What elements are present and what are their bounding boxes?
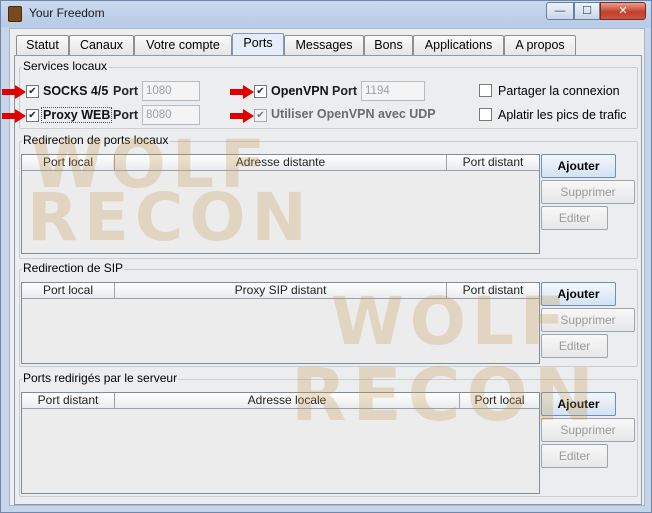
sip-redirect-table[interactable]: Port local Proxy SIP distant Port distan… — [21, 282, 540, 364]
edit-local-redirect-button[interactable]: Editer — [541, 206, 608, 230]
socks-port-input[interactable] — [142, 81, 200, 101]
minimize-button[interactable]: — — [546, 2, 574, 20]
edit-server-port-button[interactable]: Editer — [541, 444, 608, 468]
remove-server-port-button[interactable]: Supprimer — [541, 418, 635, 442]
title-bar[interactable]: Your Freedom — ☐ ✕ — [1, 1, 652, 27]
local-services-title: Services locaux — [22, 59, 109, 73]
smooth-traffic-label: Aplatir les pics de trafic — [498, 108, 627, 122]
proxy-web-label: Proxy WEB — [41, 107, 113, 123]
tab-ports[interactable]: Ports — [232, 33, 284, 57]
red-arrow-icon — [2, 85, 26, 99]
openvpn-checkbox[interactable]: ✔ — [254, 85, 267, 98]
column-header[interactable]: Port local — [22, 155, 115, 171]
openvpn-port-input[interactable] — [361, 81, 425, 101]
app-icon — [8, 6, 22, 22]
local-redirect-title: Redirection de ports locaux — [22, 133, 170, 147]
proxy-port-input[interactable] — [142, 105, 200, 125]
red-arrow-icon — [2, 109, 26, 123]
openvpn-label: OpenVPN — [271, 84, 329, 98]
edit-sip-redirect-button[interactable]: Editer — [541, 334, 608, 358]
server-ports-table[interactable]: Port distant Adresse locale Port local — [21, 392, 540, 494]
socks-checkbox[interactable]: ✔ — [26, 85, 39, 98]
close-button[interactable]: ✕ — [600, 2, 646, 20]
add-local-redirect-button[interactable]: Ajouter — [541, 154, 616, 178]
openvpn-port-label: Port — [332, 84, 357, 98]
column-header[interactable]: Port distant — [22, 393, 115, 409]
proxy-web-checkbox[interactable]: ✔ — [26, 109, 39, 122]
red-arrow-icon — [230, 85, 254, 99]
tab-a-propos[interactable]: A propos — [504, 35, 576, 56]
sip-redirect-title: Redirection de SIP — [22, 261, 125, 275]
local-redirect-table[interactable]: Port local Adresse distante Port distant — [21, 154, 540, 254]
remove-local-redirect-button[interactable]: Supprimer — [541, 180, 635, 204]
add-sip-redirect-button[interactable]: Ajouter — [541, 282, 616, 306]
column-header[interactable]: Port distant — [447, 283, 539, 299]
proxy-port-label: Port — [113, 108, 138, 122]
tab-messages[interactable]: Messages — [284, 35, 364, 56]
tab-canaux[interactable]: Canaux — [69, 35, 134, 56]
tab-bons[interactable]: Bons — [364, 35, 413, 56]
column-header[interactable]: Adresse distante — [115, 155, 447, 171]
window-title: Your Freedom — [29, 6, 105, 20]
column-header[interactable]: Proxy SIP distant — [115, 283, 447, 299]
app-window: Your Freedom — ☐ ✕ Statut Canaux Votre c… — [0, 0, 652, 513]
tab-votre-compte[interactable]: Votre compte — [134, 35, 232, 56]
share-connection-label: Partager la connexion — [498, 84, 620, 98]
openvpn-udp-checkbox[interactable]: ✔ — [254, 109, 267, 122]
share-connection-checkbox[interactable] — [479, 84, 492, 97]
column-header[interactable]: Adresse locale — [115, 393, 460, 409]
remove-sip-redirect-button[interactable]: Supprimer — [541, 308, 635, 332]
tab-applications[interactable]: Applications — [413, 35, 504, 56]
maximize-button[interactable]: ☐ — [574, 2, 600, 20]
add-server-port-button[interactable]: Ajouter — [541, 392, 616, 416]
column-header[interactable]: Port local — [22, 283, 115, 299]
smooth-traffic-checkbox[interactable] — [479, 108, 492, 121]
red-arrow-icon — [230, 109, 254, 123]
column-header[interactable]: Port local — [460, 393, 539, 409]
tab-statut[interactable]: Statut — [16, 35, 69, 56]
column-header[interactable]: Port distant — [447, 155, 539, 171]
openvpn-udp-label: Utiliser OpenVPN avec UDP — [271, 107, 436, 121]
server-ports-title: Ports redirigés par le serveur — [22, 371, 179, 385]
socks-port-label: Port — [113, 84, 138, 98]
socks-label: SOCKS 4/5 — [43, 84, 109, 98]
